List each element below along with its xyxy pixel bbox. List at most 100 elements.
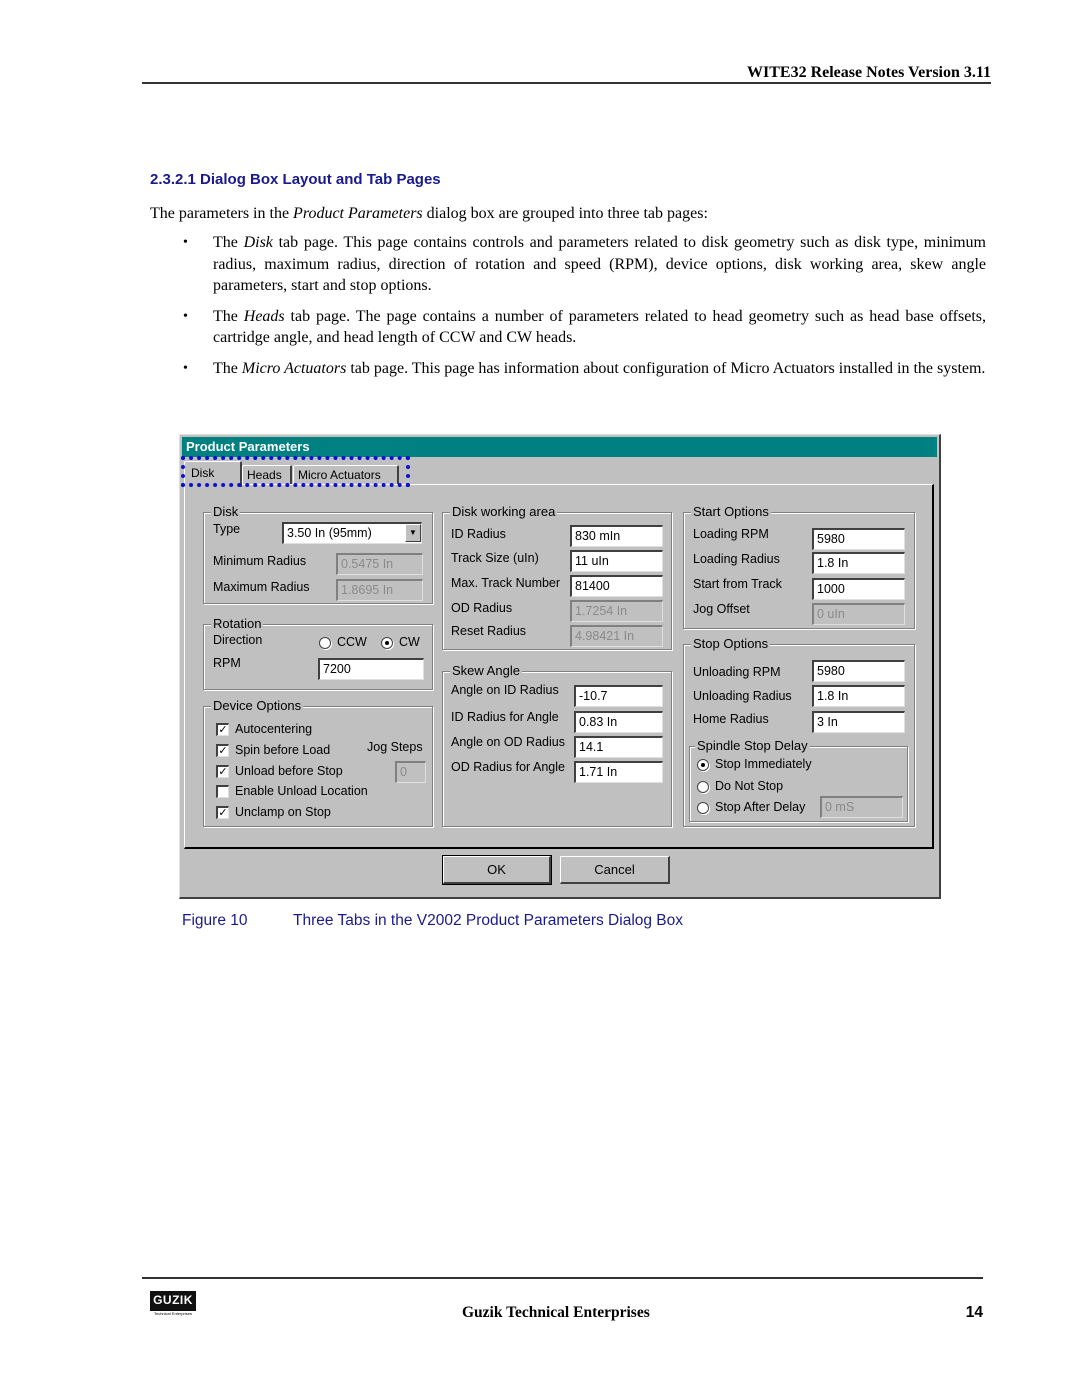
stop-after-delay-label: Stop After Delay (715, 800, 806, 814)
bullet-text: The (213, 234, 244, 251)
track-size-label: Track Size (uIn) (451, 551, 539, 565)
jog-steps-label: Jog Steps (367, 740, 423, 754)
stop-immediately-radio[interactable] (697, 759, 709, 771)
dialog-title-bar: Product Parameters (182, 437, 937, 457)
device-options-title: Device Options (211, 698, 304, 714)
loading-radius-label: Loading Radius (693, 552, 780, 566)
id-radius-for-angle-field[interactable]: 0.83 In (574, 711, 663, 733)
tab-pages-list: • The Disk tab page. This page contains c… (150, 232, 986, 388)
do-not-stop-radio[interactable] (697, 781, 709, 793)
rotation-group-title: Rotation (211, 616, 264, 632)
footer-rule (142, 1277, 983, 1279)
disk-type-value: 3.50 In (95mm) (287, 526, 372, 540)
bullet-icon: • (183, 360, 188, 376)
angle-on-id-radius-field[interactable]: -10.7 (574, 685, 663, 707)
rpm-label: RPM (213, 656, 241, 670)
tab-micro-actuators[interactable]: Micro Actuators (293, 465, 399, 485)
reset-radius-field[interactable]: 4.98421 In (570, 625, 663, 647)
figure-caption: Figure 10 Three Tabs in the V2002 Product… (182, 912, 683, 930)
min-radius-label: Minimum Radius (213, 554, 307, 568)
direction-label: Direction (213, 633, 263, 647)
unloading-rpm-field[interactable]: 5980 (812, 660, 905, 682)
stop-delay-field[interactable]: 0 mS (820, 796, 903, 818)
running-header: WITE32 Release Notes Version 3.11 (747, 64, 991, 81)
stop-immediately-label: Stop Immediately (715, 757, 812, 771)
stop-options-group: Stop Options Unloading RPM 5980 Unloadin… (683, 636, 915, 827)
unclamp-on-stop-checkbox[interactable]: ✓ (216, 806, 229, 819)
start-options-group: Start Options Loading RPM 5980 Loading R… (683, 504, 915, 629)
cancel-button[interactable]: Cancel (560, 856, 670, 884)
chevron-down-icon[interactable]: ▼ (405, 524, 421, 542)
start-from-track-label: Start from Track (693, 577, 782, 591)
ccw-label: CCW (337, 635, 367, 649)
tab-disk[interactable]: Disk (184, 461, 242, 487)
device-options-group: Device Options ✓ Autocentering ✓ Spin be… (203, 698, 433, 827)
id-radius-field[interactable]: 830 mIn (570, 525, 663, 547)
enable-unload-location-checkbox[interactable] (216, 785, 229, 798)
intro-emphasis: Product Parameters (293, 205, 423, 222)
bullet-text: The (213, 359, 242, 377)
loading-rpm-field[interactable]: 5980 (812, 528, 905, 550)
unloading-radius-field[interactable]: 1.8 In (812, 685, 905, 707)
section-heading: 2.3.2.1 Dialog Box Layout and Tab Pages (150, 171, 441, 188)
intro-text: dialog box are grouped into three tab pa… (422, 205, 708, 222)
disk-tab-page: Disk Type 3.50 In (95mm) ▼ Minimum Radiu… (184, 484, 934, 849)
skew-angle-group: Skew Angle Angle on ID Radius -10.7 ID R… (442, 663, 672, 827)
od-radius-for-angle-field[interactable]: 1.71 In (574, 761, 663, 783)
jog-offset-field[interactable]: 0 uIn (812, 603, 905, 625)
figure-caption-text: Three Tabs in the V2002 Product Paramete… (293, 912, 684, 929)
list-item: • The Micro Actuators tab page. This page… (150, 358, 986, 380)
type-label: Type (213, 522, 241, 536)
working-area-title: Disk working area (450, 504, 558, 520)
od-radius-label: OD Radius (451, 601, 513, 615)
angle-on-od-radius-field[interactable]: 14.1 (574, 736, 663, 758)
home-radius-label: Home Radius (693, 712, 769, 726)
ccw-radio[interactable] (319, 637, 331, 649)
spin-before-load-label: Spin before Load (235, 743, 331, 757)
jog-steps-field[interactable]: 0 (395, 761, 426, 783)
list-item: • The Heads tab page. The page contains a… (150, 306, 986, 349)
disk-type-select[interactable]: 3.50 In (95mm) ▼ (282, 522, 422, 544)
max-track-number-field[interactable]: 81400 (570, 575, 663, 597)
unload-before-stop-checkbox[interactable]: ✓ (216, 765, 229, 778)
tab-heads[interactable]: Heads (242, 465, 292, 485)
bullet-text: tab page. The page contains a number of … (213, 307, 987, 347)
max-radius-field[interactable]: 1.8695 In (336, 579, 423, 601)
start-from-track-field[interactable]: 1000 (812, 578, 905, 600)
spin-before-load-checkbox[interactable]: ✓ (216, 744, 229, 757)
autocentering-checkbox[interactable]: ✓ (216, 723, 229, 736)
rotation-group: Rotation Direction CCW CW RPM 7200 (203, 616, 433, 690)
rpm-field[interactable]: 7200 (318, 658, 424, 680)
od-radius-for-angle-label: OD Radius for Angle (451, 760, 565, 774)
bullet-icon: • (183, 308, 188, 324)
bullet-emphasis: Heads (243, 307, 285, 325)
stop-after-delay-radio[interactable] (697, 802, 709, 814)
header-rule (142, 82, 991, 84)
disk-working-area-group: Disk working area ID Radius 830 mIn Trac… (442, 504, 672, 650)
track-size-field[interactable]: 11 uIn (570, 550, 663, 572)
id-radius-label: ID Radius (451, 527, 506, 541)
od-radius-field[interactable]: 1.7254 In (570, 600, 663, 622)
bullet-text: tab page. This page contains controls an… (213, 234, 986, 294)
disk-group: Disk Type 3.50 In (95mm) ▼ Minimum Radiu… (203, 504, 433, 604)
jog-offset-label: Jog Offset (693, 602, 750, 616)
max-track-number-label: Max. Track Number (451, 576, 561, 590)
min-radius-field[interactable]: 0.5475 In (336, 553, 423, 575)
angle-on-od-radius-label: Angle on OD Radius (451, 735, 565, 749)
do-not-stop-label: Do Not Stop (715, 779, 784, 793)
home-radius-field[interactable]: 3 In (812, 711, 905, 733)
unload-before-stop-label: Unload before Stop (235, 764, 343, 778)
ok-button[interactable]: OK (442, 855, 552, 885)
bullet-text: The (213, 307, 244, 325)
unloading-radius-label: Unloading Radius (693, 689, 792, 703)
tab-strip: Disk Heads Micro Actuators (184, 461, 935, 487)
bullet-icon: • (183, 235, 188, 250)
spindle-stop-delay-title: Spindle Stop Delay (695, 738, 810, 754)
enable-unload-location-label: Enable Unload Location (235, 784, 368, 798)
intro-paragraph: The parameters in the Product Parameters… (150, 203, 990, 224)
cw-radio[interactable] (381, 637, 393, 649)
loading-radius-field[interactable]: 1.8 In (812, 552, 905, 574)
loading-rpm-label: Loading RPM (693, 527, 769, 541)
guzik-logo: GUZIK (150, 1291, 196, 1311)
disk-group-title: Disk (211, 504, 241, 520)
